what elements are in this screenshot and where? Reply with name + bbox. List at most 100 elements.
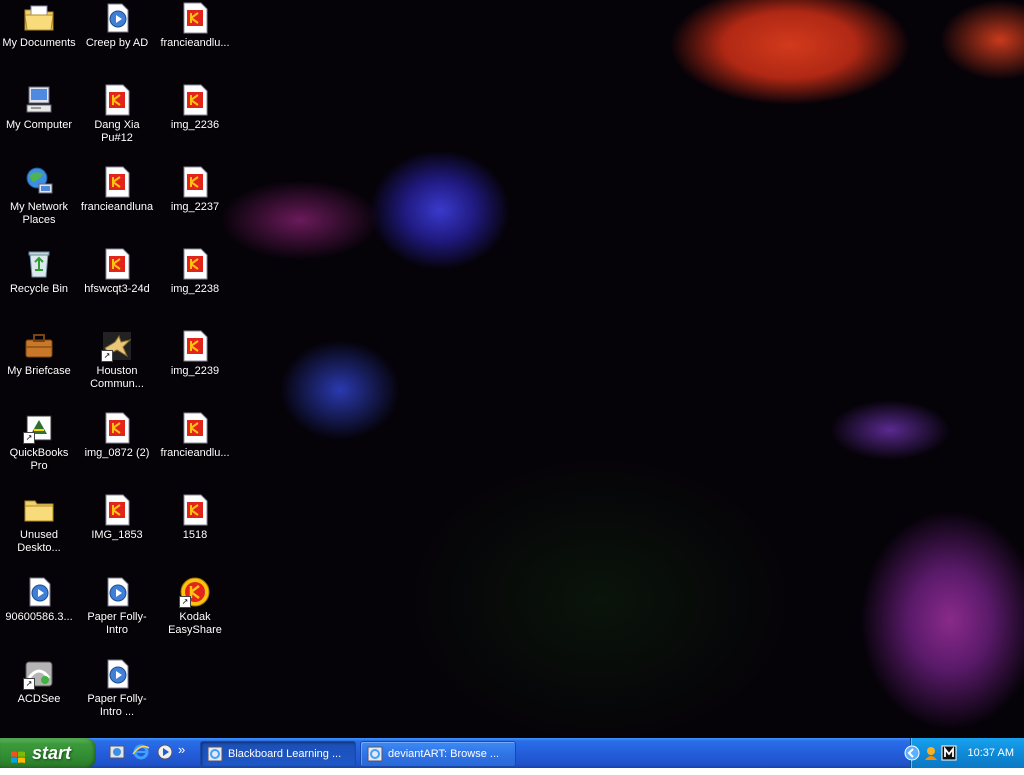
desktop-icon-francieandlu-2[interactable]: francieandlu...: [156, 412, 234, 460]
media-player-icon[interactable]: [156, 743, 174, 761]
icon-label: img_2238: [170, 283, 220, 295]
desktop-icon-acdsee[interactable]: ↗ ACDSee: [0, 658, 78, 706]
kodak-image-icon: [101, 412, 133, 444]
internet-explorer-icon: [207, 746, 223, 762]
windows-explorer-icon[interactable]: [108, 743, 126, 761]
desktop-icon-francieandlu-1[interactable]: francieandlu...: [156, 2, 234, 50]
windows-flag-icon: [10, 745, 26, 763]
messenger-icon[interactable]: [923, 745, 939, 761]
kodak-image-icon: [101, 494, 133, 526]
kodak-image-icon: [179, 166, 211, 198]
computer-icon: [23, 84, 55, 116]
icon-label: Unused Deskto...: [17, 529, 61, 554]
icon-label: Dang Xia Pu#12: [94, 119, 140, 144]
desktop-icon-my-documents[interactable]: My Documents: [0, 2, 78, 50]
desktop-icon-my-network-places[interactable]: My Network Places: [0, 166, 78, 227]
taskbar: start » Blackboard Learning ... deviantA…: [0, 738, 1024, 768]
internet-explorer-icon: [367, 746, 383, 762]
icon-label: QuickBooks Pro: [9, 447, 69, 472]
icon-label: img_2236: [170, 119, 220, 131]
icon-label: hfswcqt3-24d: [84, 283, 150, 295]
folder-documents-icon: [23, 2, 55, 34]
quickbooks-icon: ↗: [23, 412, 55, 444]
icon-label: Creep by AD: [85, 37, 149, 49]
kodak-image-icon: [179, 248, 211, 280]
kodak-image-icon: [101, 166, 133, 198]
kodak-image-icon: [179, 412, 211, 444]
folder-icon: [23, 494, 55, 526]
briefcase-icon: [23, 330, 55, 362]
desktop-icon-houston-commun[interactable]: ↗ Houston Commun...: [78, 330, 156, 391]
kodak-image-icon: [179, 330, 211, 362]
icon-label: img_2237: [170, 201, 220, 213]
desktop-icon-img-2236[interactable]: img_2236: [156, 84, 234, 132]
shortcut-arrow-icon: ↗: [23, 678, 35, 690]
icon-label: 90600586.3...: [5, 611, 73, 623]
taskbar-button-label: deviantART: Browse ...: [388, 748, 500, 760]
icon-label: Houston Commun...: [90, 365, 144, 390]
kodak-image-icon: [179, 84, 211, 116]
quick-launch-overflow-chevron[interactable]: »: [178, 743, 196, 761]
shortcut-arrow-icon: ↗: [179, 596, 191, 608]
icon-label: IMG_1853: [91, 529, 143, 541]
eagle-shortcut-icon: ↗: [101, 330, 133, 362]
icon-label: My Network Places: [9, 201, 69, 226]
shortcut-arrow-icon: ↗: [101, 350, 113, 362]
icon-label: francieandlu...: [160, 447, 230, 459]
desktop-icon-img-0872-2[interactable]: img_0872 (2): [78, 412, 156, 460]
tray-expand-icon[interactable]: [903, 744, 920, 761]
icon-label: francieandlu...: [160, 37, 230, 49]
desktop-icon-img-2237[interactable]: img_2237: [156, 166, 234, 214]
taskbar-button-label: Blackboard Learning ...: [228, 748, 342, 760]
desktop-icon-creep-by-ad[interactable]: Creep by AD: [78, 2, 156, 50]
start-button[interactable]: start: [0, 738, 96, 768]
internet-explorer-icon[interactable]: [132, 743, 150, 761]
taskbar-button-blackboard[interactable]: Blackboard Learning ...: [200, 741, 356, 767]
start-label: start: [32, 743, 72, 763]
kodak-image-icon: [101, 248, 133, 280]
icon-label: 1518: [182, 529, 208, 541]
media-file-icon: [23, 576, 55, 608]
m-app-icon[interactable]: [941, 745, 957, 761]
system-tray: 10:37 AM: [904, 738, 1024, 768]
desktop-icon-90600586[interactable]: 90600586.3...: [0, 576, 78, 624]
desktop-icon-my-computer[interactable]: My Computer: [0, 84, 78, 132]
icon-label: ACDSee: [17, 693, 61, 705]
desktop-icon-img-1853[interactable]: IMG_1853: [78, 494, 156, 542]
kodak-image-icon: [101, 84, 133, 116]
desktop-icon-dang-xia-pu[interactable]: Dang Xia Pu#12: [78, 84, 156, 145]
icon-label: Paper Folly-Intro: [87, 611, 147, 636]
kodak-image-icon: [179, 494, 211, 526]
media-file-icon: [101, 576, 133, 608]
desktop-icon-francieandluna[interactable]: francieandluna: [78, 166, 156, 214]
desktop-icon-my-briefcase[interactable]: My Briefcase: [0, 330, 78, 378]
desktop-icon-1518[interactable]: 1518: [156, 494, 234, 542]
desktop[interactable]: My Documents My Computer My Network Plac…: [0, 0, 1024, 738]
shortcut-arrow-icon: ↗: [23, 432, 35, 444]
desktop-icon-paper-folly-intro-2[interactable]: Paper Folly-Intro ...: [78, 658, 156, 719]
clock[interactable]: 10:37 AM: [968, 738, 1014, 768]
icon-label: francieandluna: [80, 201, 154, 213]
icon-label: My Documents: [2, 37, 76, 49]
icon-label: img_2239: [170, 365, 220, 377]
desktop-icon-img-2238[interactable]: img_2238: [156, 248, 234, 296]
desktop-icon-unused-desktop[interactable]: Unused Deskto...: [0, 494, 78, 555]
desktop-icon-hfswcqt3-24d[interactable]: hfswcqt3-24d: [78, 248, 156, 296]
icon-label: Paper Folly-Intro ...: [87, 693, 147, 718]
media-file-icon: [101, 658, 133, 690]
desktop-icon-quickbooks-pro[interactable]: ↗ QuickBooks Pro: [0, 412, 78, 473]
kodak-easyshare-icon: ↗: [179, 576, 211, 608]
recycle-bin-icon: [23, 248, 55, 280]
desktop-icon-recycle-bin[interactable]: Recycle Bin: [0, 248, 78, 296]
icon-label: My Briefcase: [7, 365, 71, 377]
desktop-icon-kodak-easyshare[interactable]: ↗ Kodak EasyShare: [156, 576, 234, 637]
icon-label: Recycle Bin: [9, 283, 69, 295]
desktop-icon-paper-folly-intro[interactable]: Paper Folly-Intro: [78, 576, 156, 637]
taskbar-button-deviantart[interactable]: deviantART: Browse ...: [360, 741, 516, 767]
icon-label: My Computer: [5, 119, 73, 131]
media-file-icon: [101, 2, 133, 34]
icon-label: Kodak EasyShare: [168, 611, 222, 636]
desktop-icon-img-2239[interactable]: img_2239: [156, 330, 234, 378]
icon-label: img_0872 (2): [84, 447, 150, 459]
kodak-image-icon: [179, 2, 211, 34]
